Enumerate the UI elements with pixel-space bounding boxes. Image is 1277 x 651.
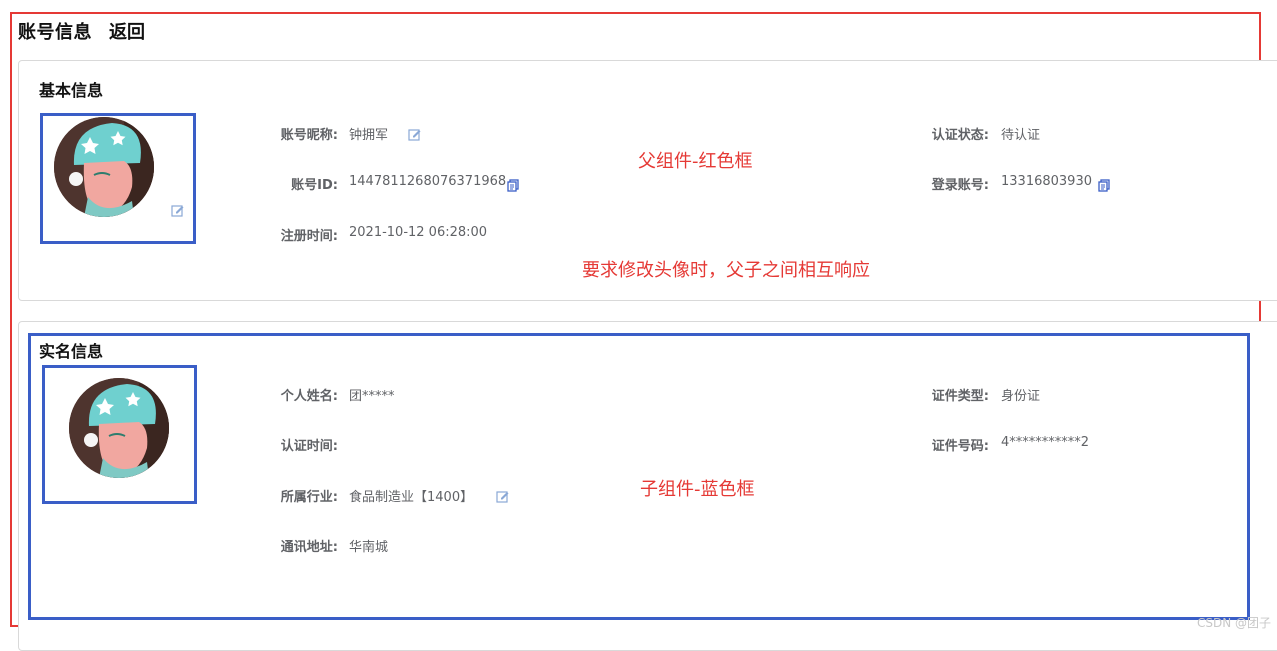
address-value: 华南城 <box>349 540 389 555</box>
register-time-label: 注册时间: <box>280 229 338 244</box>
avatar-image <box>69 378 169 478</box>
child-avatar[interactable] <box>69 378 169 478</box>
back-link[interactable]: 返回 <box>109 18 145 44</box>
nickname-value: 钟拥军 <box>349 128 389 143</box>
id-number-value: 4***********2 <box>1001 435 1090 450</box>
parent-annotation: 父组件-红色框 <box>638 151 753 172</box>
address-label: 通讯地址: <box>280 540 338 555</box>
page-title: 账号信息 <box>18 22 92 43</box>
id-type-value: 身份证 <box>1001 389 1041 404</box>
watermark: CSDN @团子 <box>1196 616 1271 630</box>
parent-avatar[interactable] <box>54 117 154 217</box>
edit-icon[interactable] <box>408 126 421 145</box>
name-value: 团***** <box>349 389 395 404</box>
copy-icon[interactable] <box>507 177 519 196</box>
account-id-label: 账号ID: <box>291 178 338 193</box>
id-type-label: 证件类型: <box>931 389 989 404</box>
edit-icon[interactable] <box>171 202 184 221</box>
id-number-label: 证件号码: <box>931 439 989 454</box>
child-annotation: 子组件-蓝色框 <box>640 479 755 500</box>
name-label: 个人姓名: <box>280 389 338 404</box>
login-account-label: 登录账号: <box>931 178 989 193</box>
account-id-value: 1447811268076371968 <box>349 174 507 189</box>
register-time-value: 2021-10-12 06:28:00 <box>349 225 488 240</box>
basic-info-title: 基本信息 <box>39 81 104 100</box>
requirement-annotation: 要求修改头像时，父子之间相互响应 <box>582 260 870 281</box>
auth-status-value: 待认证 <box>1001 128 1041 143</box>
copy-icon[interactable] <box>1098 177 1110 196</box>
auth-status-label: 认证状态: <box>931 128 989 143</box>
real-name-title: 实名信息 <box>39 342 104 361</box>
child-component-frame <box>28 333 1250 620</box>
nickname-label: 账号昵称: <box>280 128 338 143</box>
industry-value: 食品制造业【1400】 <box>349 490 474 505</box>
avatar-image <box>54 117 154 217</box>
auth-time-label: 认证时间: <box>280 439 338 454</box>
login-account-value: 13316803930 <box>1001 174 1092 189</box>
industry-label: 所属行业: <box>280 490 338 505</box>
edit-icon[interactable] <box>496 488 509 507</box>
